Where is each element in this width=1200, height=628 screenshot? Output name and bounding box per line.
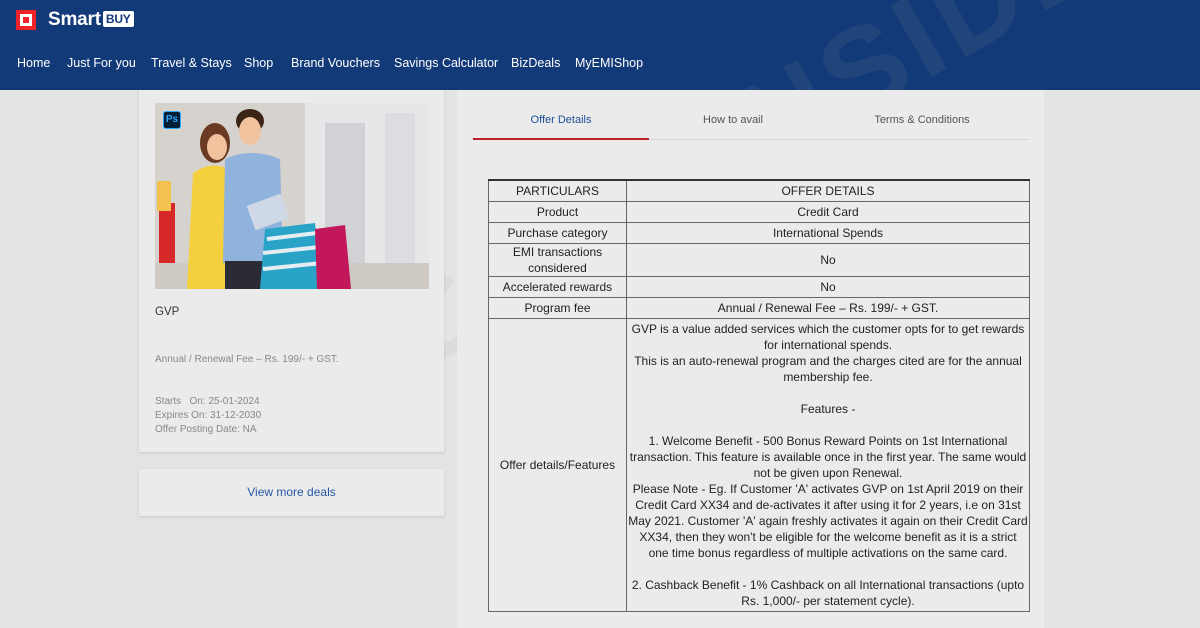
row-label: Accelerated rewards: [488, 276, 627, 298]
row-label: EMI transactions considered: [488, 243, 627, 277]
view-more-deals-button[interactable]: View more deals: [139, 469, 444, 516]
offer-fee: Annual / Renewal Fee – Rs. 199/- + GST.: [155, 354, 339, 365]
nav-myemishop[interactable]: MyEMIShop: [575, 56, 643, 70]
row-value: No: [626, 243, 1030, 277]
row-value: No: [626, 276, 1030, 298]
tab-offer-details[interactable]: Offer Details: [473, 106, 649, 140]
offer-dates: Starts On: 25-01-2024 Expires On: 31-12-…: [155, 395, 261, 437]
table-header-row: PARTICULARS OFFER DETAILS: [488, 179, 1030, 202]
tab-terms-conditions[interactable]: Terms & Conditions: [838, 106, 1006, 140]
offer-card: Ps GVP Annual / Renewal Fee – Rs. 199/- …: [139, 90, 444, 452]
row-value: International Spends: [626, 222, 1030, 244]
table-header-offer-details: OFFER DETAILS: [626, 179, 1030, 202]
row-label: Purchase category: [488, 222, 627, 244]
offer-details-table: PARTICULARS OFFER DETAILS Product Credit…: [488, 179, 1030, 612]
offer-posting-date: Offer Posting Date: NA: [155, 424, 257, 435]
table-header-particulars: PARTICULARS: [488, 179, 627, 202]
nav-shop[interactable]: Shop: [244, 56, 273, 70]
table-row: Program fee Annual / Renewal Fee – Rs. 1…: [488, 297, 1030, 319]
table-row: EMI transactions considered No: [488, 243, 1030, 277]
logo-buy-badge: BUY: [102, 11, 134, 27]
offer-details-panel: Offer Details How to avail Terms & Condi…: [457, 90, 1044, 628]
table-row: Product Credit Card: [488, 201, 1030, 223]
nav-travel-stays[interactable]: Travel & Stays: [151, 56, 232, 70]
row-value: GVP is a value added services which the …: [626, 318, 1030, 612]
tab-how-to-avail[interactable]: How to avail: [649, 106, 817, 140]
nav-brand-vouchers[interactable]: Brand Vouchers: [291, 56, 380, 70]
tab-bar: Offer Details How to avail Terms & Condi…: [473, 106, 1029, 140]
row-label: Offer details/Features: [488, 318, 627, 612]
table-row: Accelerated rewards No: [488, 276, 1030, 298]
logo-text: Smart BUY: [48, 9, 134, 31]
bank-logo-icon: [16, 10, 36, 30]
photoshop-icon: Ps: [163, 111, 181, 129]
row-label: Program fee: [488, 297, 627, 319]
table-row: Purchase category International Spends: [488, 222, 1030, 244]
row-label: Product: [488, 201, 627, 223]
row-value: Annual / Renewal Fee – Rs. 199/- + GST.: [626, 297, 1030, 319]
offer-expiry-date: Expires On: 31-12-2030: [155, 410, 262, 421]
nav-bizdeals[interactable]: BizDeals: [511, 56, 560, 70]
nav-just-for-you[interactable]: Just For you: [67, 56, 136, 70]
offer-start-date: Starts On: 25-01-2024: [155, 396, 260, 407]
row-value: Credit Card: [626, 201, 1030, 223]
nav-home[interactable]: Home: [17, 56, 50, 70]
shopping-couple-illustration: [155, 103, 429, 289]
nav-savings-calculator[interactable]: Savings Calculator: [394, 56, 498, 70]
table-row: Offer details/Features GVP is a value ad…: [488, 318, 1030, 612]
offer-title: GVP: [155, 306, 180, 318]
top-header: Smart BUY Home Just For you Travel & Stay…: [0, 0, 1200, 90]
smartbuy-logo[interactable]: Smart BUY: [16, 9, 134, 31]
offer-image: Ps: [155, 103, 429, 289]
